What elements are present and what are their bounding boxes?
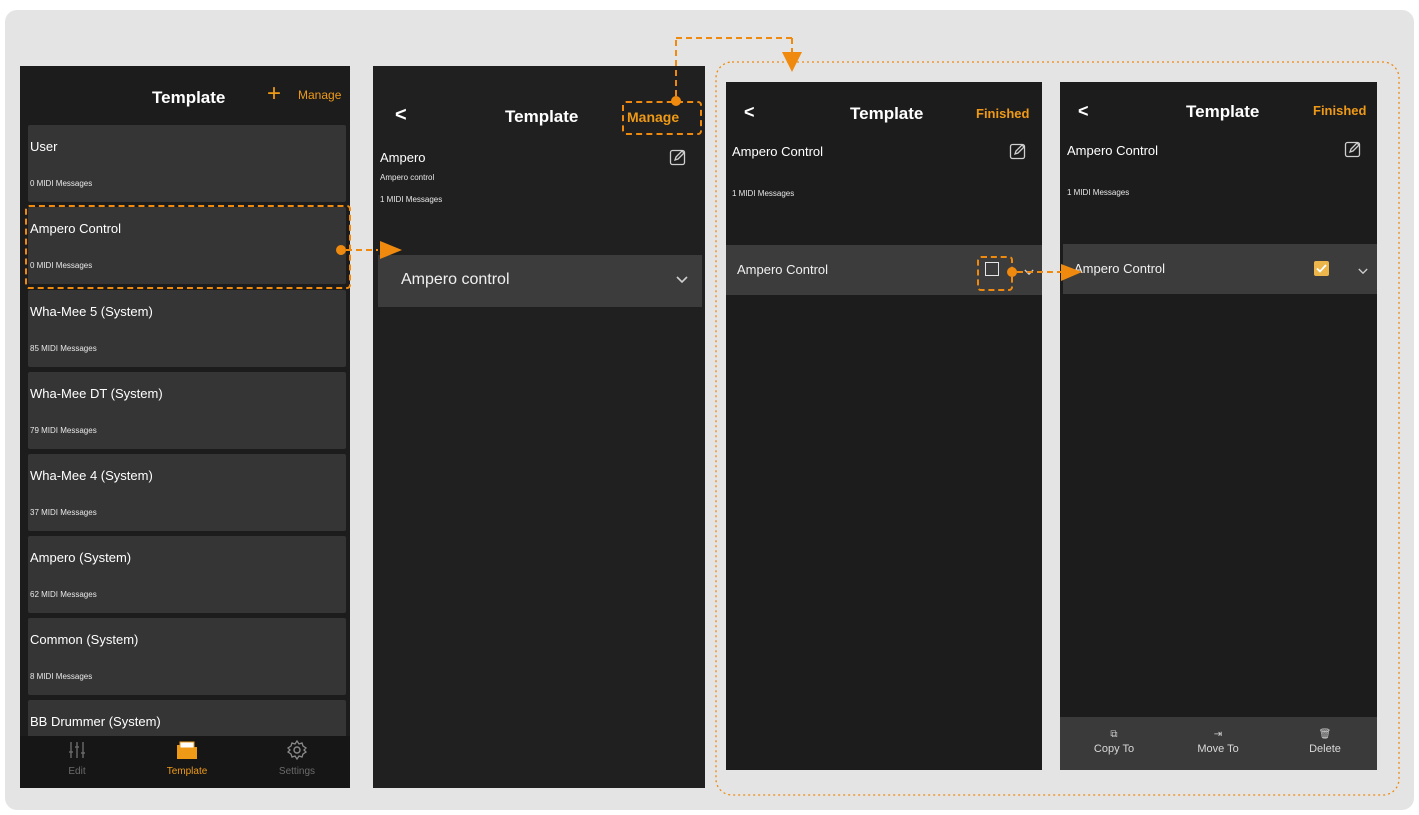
flow-arrows: [336, 37, 1082, 281]
